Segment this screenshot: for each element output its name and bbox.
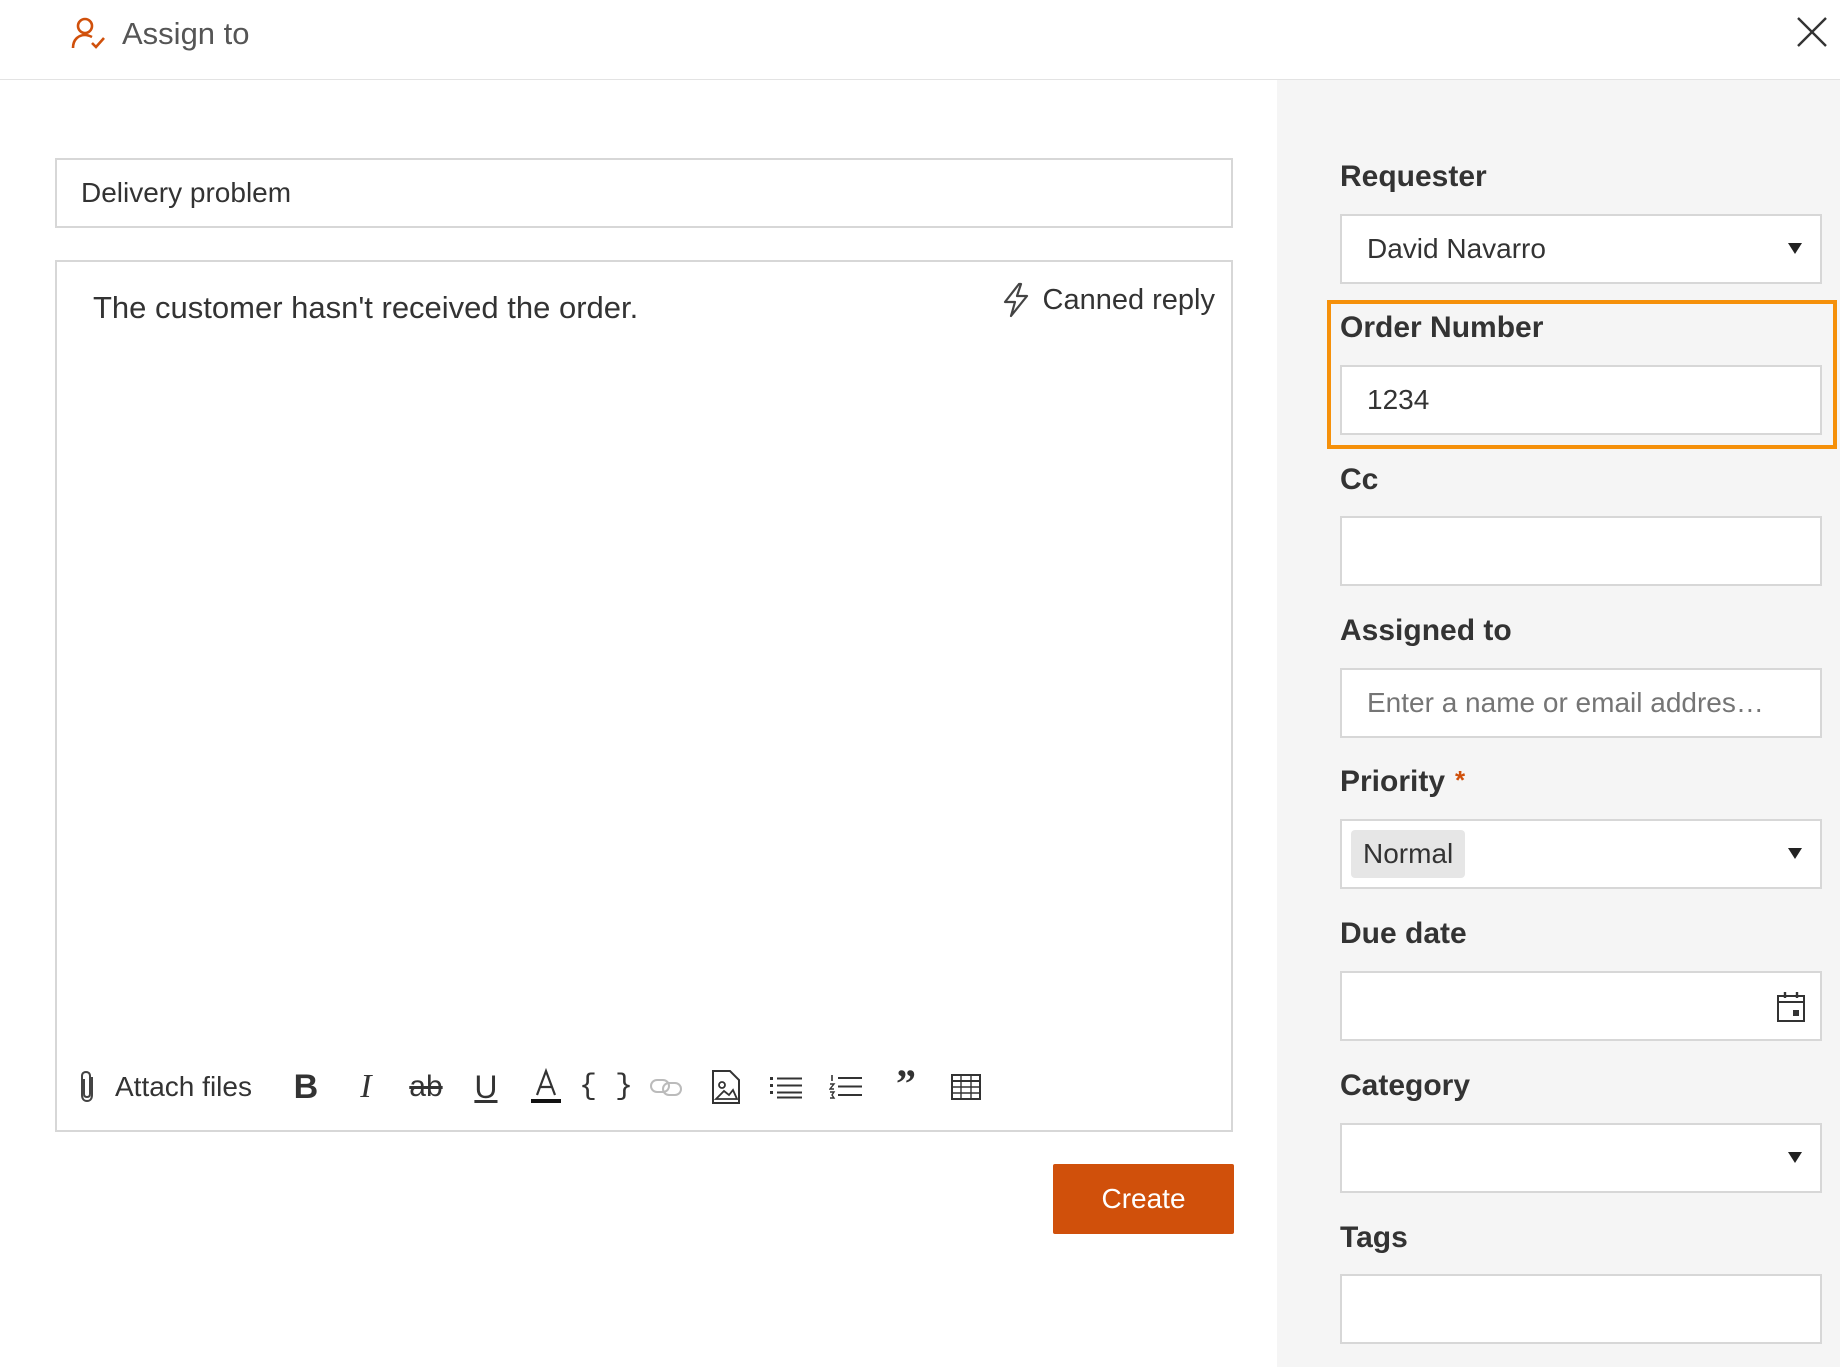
calendar-icon[interactable] bbox=[1776, 991, 1806, 1023]
assign-to-label: Assign to bbox=[122, 16, 250, 51]
chevron-down-icon bbox=[1788, 1152, 1802, 1163]
tags-input[interactable] bbox=[1340, 1274, 1822, 1344]
chevron-down-icon bbox=[1788, 243, 1802, 254]
numbered-list-icon bbox=[828, 1075, 862, 1099]
link-icon bbox=[649, 1079, 682, 1096]
strikethrough-button[interactable]: ab bbox=[396, 1062, 456, 1112]
close-icon bbox=[1797, 17, 1827, 47]
due-date-label: Due date bbox=[1340, 917, 1467, 950]
requester-value: David Navarro bbox=[1367, 233, 1546, 264]
attach-files-button[interactable]: Attach files bbox=[75, 1069, 252, 1105]
message-body[interactable]: The customer hasn't received the order. bbox=[93, 290, 638, 326]
order-number-label: Order Number bbox=[1340, 311, 1544, 344]
numbered-list-button[interactable] bbox=[816, 1062, 876, 1112]
required-marker: * bbox=[1455, 765, 1466, 795]
close-button[interactable] bbox=[1792, 12, 1832, 52]
canned-reply-button[interactable]: Canned reply bbox=[999, 282, 1216, 318]
priority-value: Normal bbox=[1351, 830, 1466, 878]
bullet-list-icon bbox=[769, 1077, 802, 1099]
blockquote-button[interactable]: ” bbox=[876, 1061, 936, 1112]
assigned-to-input[interactable] bbox=[1340, 668, 1822, 738]
priority-select[interactable]: Normal bbox=[1340, 819, 1822, 889]
message-editor[interactable]: The customer hasn't received the order. … bbox=[55, 260, 1233, 1132]
tags-label: Tags bbox=[1340, 1221, 1408, 1254]
canned-reply-label: Canned reply bbox=[1042, 283, 1216, 316]
link-button[interactable] bbox=[636, 1062, 696, 1112]
requester-label: Requester bbox=[1340, 160, 1487, 193]
category-label: Category bbox=[1340, 1069, 1471, 1102]
attach-files-label: Attach files bbox=[115, 1071, 252, 1102]
table-icon bbox=[950, 1074, 981, 1100]
bold-button[interactable]: B bbox=[276, 1062, 336, 1112]
create-button[interactable]: Create bbox=[1053, 1164, 1234, 1234]
paperclip-icon bbox=[81, 1070, 93, 1103]
assigned-to-label: Assigned to bbox=[1340, 614, 1512, 647]
subject-input[interactable] bbox=[55, 158, 1233, 228]
chevron-down-icon bbox=[1788, 848, 1802, 859]
table-button[interactable] bbox=[936, 1062, 996, 1112]
lightning-icon bbox=[1003, 282, 1028, 318]
top-bar: Assign to bbox=[0, 0, 1840, 80]
priority-label-text: Priority bbox=[1340, 765, 1446, 798]
code-button[interactable]: { } bbox=[576, 1062, 636, 1112]
text-color-button[interactable] bbox=[516, 1062, 576, 1112]
underline-button[interactable]: U bbox=[456, 1062, 516, 1112]
text-color-icon bbox=[530, 1067, 561, 1103]
bullet-list-button[interactable] bbox=[756, 1062, 816, 1112]
due-date-input[interactable] bbox=[1340, 971, 1822, 1041]
priority-label: Priority * bbox=[1340, 765, 1465, 799]
category-select[interactable] bbox=[1340, 1123, 1822, 1193]
cc-label: Cc bbox=[1340, 463, 1379, 496]
user-check-icon bbox=[71, 17, 105, 49]
italic-button[interactable]: I bbox=[336, 1062, 396, 1112]
requester-select[interactable]: David Navarro bbox=[1340, 214, 1822, 284]
assign-to-button[interactable]: Assign to bbox=[70, 14, 250, 54]
formatting-toolbar: Attach files B I ab U { } ” bbox=[75, 1061, 1215, 1112]
cc-input[interactable] bbox=[1340, 516, 1822, 586]
order-number-input[interactable] bbox=[1340, 365, 1822, 435]
image-button[interactable] bbox=[696, 1062, 756, 1112]
image-icon bbox=[711, 1070, 740, 1104]
